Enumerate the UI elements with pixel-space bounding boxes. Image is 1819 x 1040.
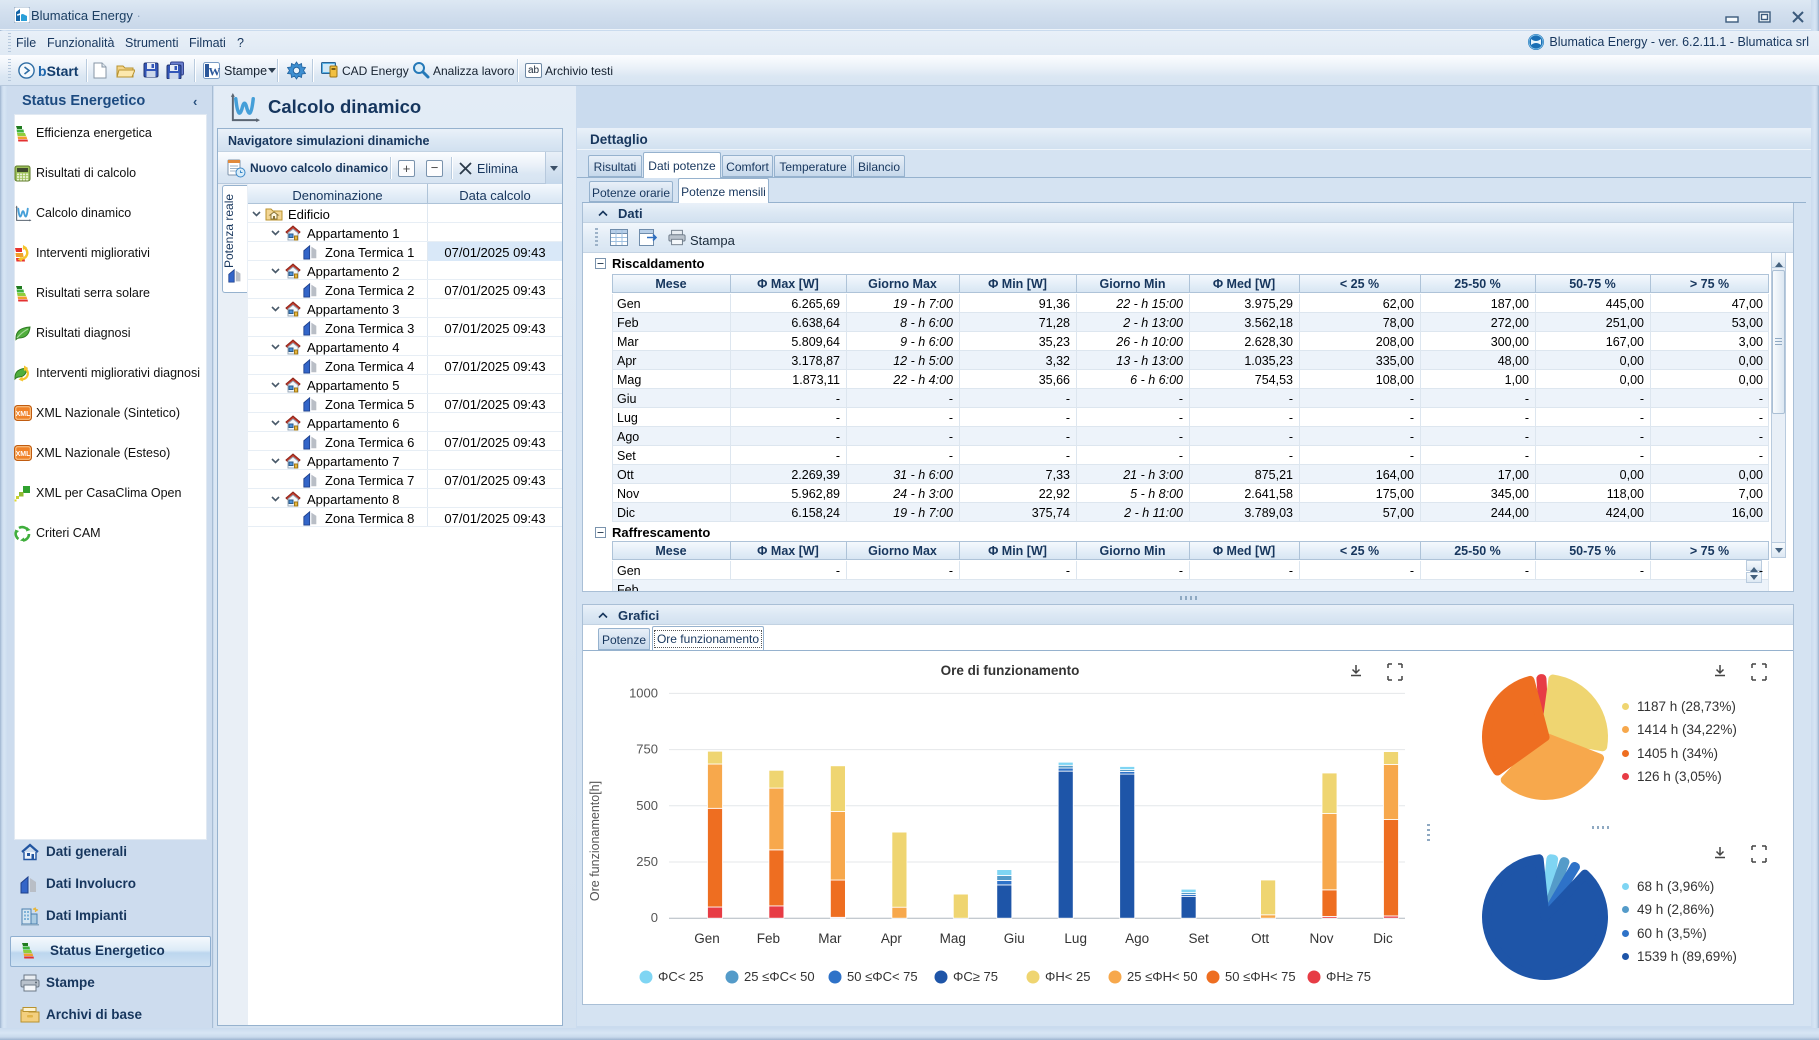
svg-text:Set: Set: [1188, 931, 1209, 946]
svg-text:Ago: Ago: [1125, 931, 1149, 946]
svg-text:W: W: [209, 65, 221, 79]
svg-text:Ore funzionamento[h]: Ore funzionamento[h]: [588, 781, 602, 901]
svg-text:XML: XML: [16, 411, 32, 418]
svg-text:Mag: Mag: [940, 931, 966, 946]
svg-text:Nov: Nov: [1309, 931, 1333, 946]
svg-text:Dic: Dic: [1373, 931, 1393, 946]
svg-text:750: 750: [636, 742, 658, 757]
svg-text:ΦH≥ 75: ΦH≥ 75: [1326, 969, 1371, 984]
svg-text:1000: 1000: [629, 685, 658, 700]
svg-text:Gen: Gen: [694, 931, 720, 946]
svg-text:0: 0: [651, 910, 658, 925]
svg-text:Feb: Feb: [757, 931, 780, 946]
svg-text:ΦC< 25: ΦC< 25: [658, 969, 703, 984]
svg-text:ΦC≥ 75: ΦC≥ 75: [953, 969, 998, 984]
svg-text:50 ≤ΦC< 75: 50 ≤ΦC< 75: [847, 969, 918, 984]
svg-text:Ott: Ott: [1251, 931, 1269, 946]
svg-text:ΦH< 25: ΦH< 25: [1045, 969, 1090, 984]
svg-text:50 ≤ΦH< 75: 50 ≤ΦH< 75: [1225, 969, 1296, 984]
svg-text:25 ≤ΦH< 50: 25 ≤ΦH< 50: [1127, 969, 1198, 984]
svg-text:250: 250: [636, 854, 658, 869]
svg-text:Ore di funzionamento: Ore di funzionamento: [941, 663, 1080, 678]
svg-text:25 ≤ΦC< 50: 25 ≤ΦC< 50: [744, 969, 815, 984]
svg-text:Apr: Apr: [881, 931, 903, 946]
svg-text:Mar: Mar: [818, 931, 842, 946]
svg-text:XML: XML: [16, 451, 32, 458]
svg-text:Giu: Giu: [1004, 931, 1025, 946]
svg-text:500: 500: [636, 798, 658, 813]
svg-text:Lug: Lug: [1064, 931, 1087, 946]
